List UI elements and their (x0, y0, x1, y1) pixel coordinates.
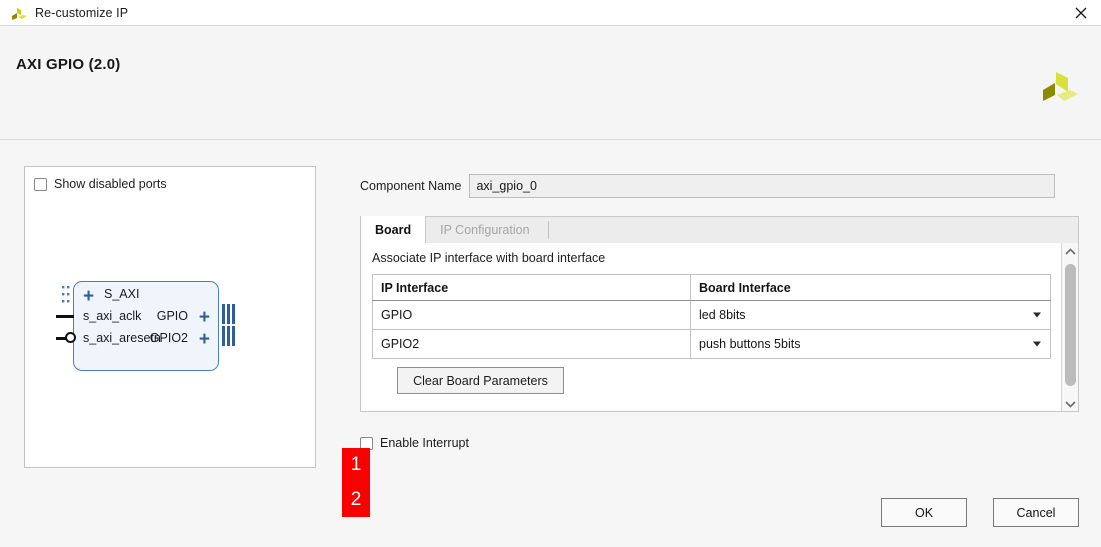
title-bar: Re-customize IP (0, 0, 1101, 26)
column-header-ip-interface: IP Interface (372, 274, 691, 301)
re-customize-ip-dialog: Re-customize IP AXI GPIO (2.0) Show disa… (0, 0, 1101, 547)
tab-separator (547, 221, 549, 239)
show-disabled-ports-checkbox[interactable]: Show disabled ports (34, 177, 167, 191)
annotation-badge-2: 2 (350, 488, 362, 510)
port-label-gpio2: GPIO2 (149, 331, 188, 345)
bus-bars-gpio-icon (222, 304, 237, 324)
board-tab-panel: Associate IP interface with board interf… (360, 243, 1079, 412)
board-interface-value-gpio2: push buttons 5bits (699, 337, 801, 351)
scroll-up-icon[interactable] (1062, 243, 1078, 260)
cancel-button[interactable]: Cancel (993, 498, 1079, 527)
expand-gpio2-icon[interactable]: + (199, 330, 210, 349)
table-row[interactable]: GPIO led 8bits (372, 300, 1051, 330)
ip-block-symbol: + S_AXI s_axi_aclk s_axi_aresetn GPIO + … (56, 281, 235, 371)
active-low-bubble-icon (65, 332, 76, 343)
tab-ip-configuration[interactable]: IP Configuration (426, 216, 543, 243)
checkbox-box (34, 177, 47, 191)
tab-strip: Board IP Configuration (360, 216, 1079, 243)
cell-ip-interface-gpio2: GPIO2 (372, 329, 691, 359)
table-header-row: IP Interface Board Interface (372, 274, 1051, 301)
chevron-down-icon[interactable] (1033, 312, 1041, 318)
bus-connector-icon (61, 285, 71, 305)
component-name-row: Component Name axi_gpio_0 (360, 174, 1056, 198)
scroll-down-icon[interactable] (1062, 395, 1078, 411)
cell-ip-interface-gpio: GPIO (372, 300, 691, 330)
tab-board[interactable]: Board (361, 216, 427, 243)
close-icon[interactable] (1061, 0, 1101, 26)
xilinx-logo-icon (1041, 68, 1079, 108)
xilinx-logo-icon (10, 5, 28, 21)
board-interface-value-gpio: led 8bits (699, 308, 746, 322)
port-label-s-axi: S_AXI (104, 287, 140, 301)
enable-interrupt-label: Enable Interrupt (380, 436, 469, 450)
dialog-body: Show disabled ports + S_AXI s_axi_aclk s… (0, 140, 1101, 547)
cell-board-interface-gpio[interactable]: led 8bits (690, 300, 1051, 330)
expand-s-axi-icon[interactable]: + (83, 287, 94, 306)
dialog-header: AXI GPIO (2.0) Documentation (0, 26, 1101, 155)
component-name-input[interactable]: axi_gpio_0 (469, 174, 1056, 198)
board-interface-table: IP Interface Board Interface GPIO led 8b… (372, 274, 1051, 359)
annotation-badge-1: 1 (350, 454, 362, 476)
clock-pin-icon (56, 315, 74, 318)
tab-container: Board IP Configuration Associate IP inte… (360, 216, 1079, 412)
associate-description: Associate IP interface with board interf… (372, 251, 606, 265)
table-row[interactable]: GPIO2 push buttons 5bits (372, 329, 1051, 359)
port-diagram-panel: Show disabled ports + S_AXI s_axi_aclk s… (24, 166, 316, 468)
enable-interrupt-checkbox[interactable]: Enable Interrupt (360, 436, 469, 450)
column-header-board-interface: Board Interface (690, 274, 1051, 301)
port-label-s-axi-aclk: s_axi_aclk (83, 309, 142, 323)
component-name-label: Component Name (360, 179, 462, 193)
show-disabled-ports-label: Show disabled ports (54, 177, 167, 191)
page-title: AXI GPIO (2.0) (16, 56, 121, 73)
port-label-gpio: GPIO (156, 309, 188, 323)
cell-board-interface-gpio2[interactable]: push buttons 5bits (690, 329, 1051, 359)
scrollbar-thumb[interactable] (1065, 264, 1076, 386)
window-title: Re-customize IP (35, 5, 129, 20)
vertical-scrollbar[interactable] (1061, 243, 1078, 411)
ok-button[interactable]: OK (881, 498, 967, 527)
bus-bars-gpio2-icon (222, 326, 237, 346)
annotation-badge-group: 1 2 (342, 448, 370, 517)
chevron-down-icon[interactable] (1033, 341, 1041, 347)
expand-gpio-icon[interactable]: + (199, 308, 210, 327)
clear-board-parameters-button[interactable]: Clear Board Parameters (397, 367, 564, 394)
